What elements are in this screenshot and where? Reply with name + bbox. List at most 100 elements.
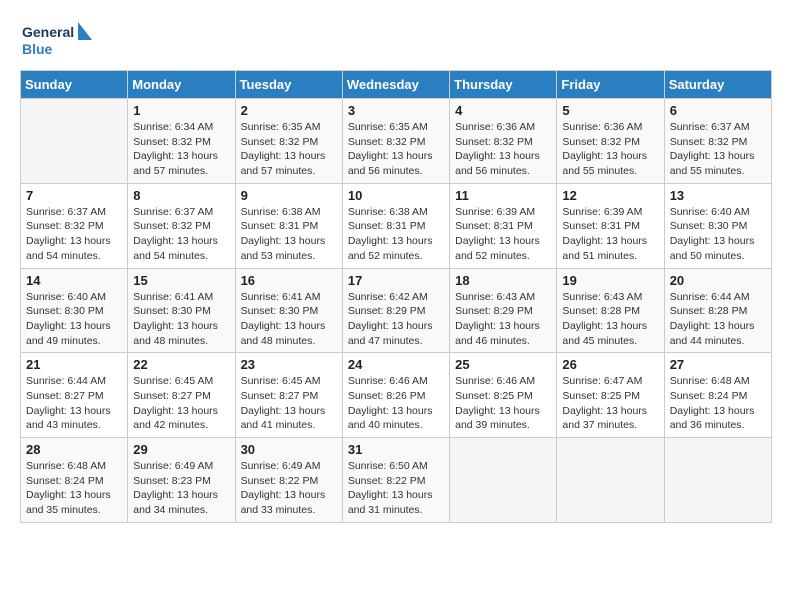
header-cell-thursday: Thursday [450,71,557,99]
week-row-2: 7 Sunrise: 6:37 AM Sunset: 8:32 PM Daylig… [21,183,772,268]
day-info: Sunrise: 6:40 AM Sunset: 8:30 PM Dayligh… [670,205,766,264]
day-cell: 1 Sunrise: 6:34 AM Sunset: 8:32 PM Daylig… [128,99,235,184]
day-info: Sunrise: 6:49 AM Sunset: 8:23 PM Dayligh… [133,459,229,518]
day-cell: 15 Sunrise: 6:41 AM Sunset: 8:30 PM Dayli… [128,268,235,353]
day-cell: 20 Sunrise: 6:44 AM Sunset: 8:28 PM Dayli… [664,268,771,353]
day-number: 2 [241,103,337,118]
day-cell: 7 Sunrise: 6:37 AM Sunset: 8:32 PM Daylig… [21,183,128,268]
day-cell: 28Sunrise: 6:48 AM Sunset: 8:24 PM Dayli… [21,438,128,523]
day-number: 8 [133,188,229,203]
day-cell: 5 Sunrise: 6:36 AM Sunset: 8:32 PM Daylig… [557,99,664,184]
day-number: 11 [455,188,551,203]
day-number: 30 [241,442,337,457]
calendar-header: SundayMondayTuesdayWednesdayThursdayFrid… [21,71,772,99]
header-cell-monday: Monday [128,71,235,99]
day-info: Sunrise: 6:42 AM Sunset: 8:29 PM Dayligh… [348,290,444,349]
day-cell: 31Sunrise: 6:50 AM Sunset: 8:22 PM Dayli… [342,438,449,523]
day-info: Sunrise: 6:35 AM Sunset: 8:32 PM Dayligh… [348,120,444,179]
day-number: 17 [348,273,444,288]
day-info: Sunrise: 6:37 AM Sunset: 8:32 PM Dayligh… [26,205,122,264]
day-number: 27 [670,357,766,372]
day-cell: 8Sunrise: 6:37 AM Sunset: 8:32 PM Daylig… [128,183,235,268]
day-info: Sunrise: 6:48 AM Sunset: 8:24 PM Dayligh… [670,374,766,433]
day-info: Sunrise: 6:39 AM Sunset: 8:31 PM Dayligh… [562,205,658,264]
calendar-table: SundayMondayTuesdayWednesdayThursdayFrid… [20,70,772,523]
day-number: 13 [670,188,766,203]
day-cell: 23Sunrise: 6:45 AM Sunset: 8:27 PM Dayli… [235,353,342,438]
day-cell: 2Sunrise: 6:35 AM Sunset: 8:32 PM Daylig… [235,99,342,184]
header-cell-friday: Friday [557,71,664,99]
day-number: 5 [562,103,658,118]
day-info: Sunrise: 6:45 AM Sunset: 8:27 PM Dayligh… [241,374,337,433]
week-row-3: 14 Sunrise: 6:40 AM Sunset: 8:30 PM Dayli… [21,268,772,353]
day-number: 25 [455,357,551,372]
svg-text:Blue: Blue [22,41,53,57]
header-cell-tuesday: Tuesday [235,71,342,99]
day-cell: 9Sunrise: 6:38 AM Sunset: 8:31 PM Daylig… [235,183,342,268]
day-info: Sunrise: 6:47 AM Sunset: 8:25 PM Dayligh… [562,374,658,433]
day-cell: 27 Sunrise: 6:48 AM Sunset: 8:24 PM Dayli… [664,353,771,438]
day-info: Sunrise: 6:49 AM Sunset: 8:22 PM Dayligh… [241,459,337,518]
day-cell [557,438,664,523]
day-number: 24 [348,357,444,372]
day-number: 16 [241,273,337,288]
day-number: 12 [562,188,658,203]
day-number: 20 [670,273,766,288]
day-number: 3 [348,103,444,118]
week-row-5: 28Sunrise: 6:48 AM Sunset: 8:24 PM Dayli… [21,438,772,523]
day-info: Sunrise: 6:46 AM Sunset: 8:25 PM Dayligh… [455,374,551,433]
day-info: Sunrise: 6:45 AM Sunset: 8:27 PM Dayligh… [133,374,229,433]
day-cell: 30 Sunrise: 6:49 AM Sunset: 8:22 PM Dayli… [235,438,342,523]
calendar-body: 1 Sunrise: 6:34 AM Sunset: 8:32 PM Daylig… [21,99,772,523]
logo: GeneralBlue [20,20,100,60]
day-cell: 24Sunrise: 6:46 AM Sunset: 8:26 PM Dayli… [342,353,449,438]
day-info: Sunrise: 6:39 AM Sunset: 8:31 PM Dayligh… [455,205,551,264]
day-info: Sunrise: 6:50 AM Sunset: 8:22 PM Dayligh… [348,459,444,518]
day-number: 14 [26,273,122,288]
day-info: Sunrise: 6:36 AM Sunset: 8:32 PM Dayligh… [562,120,658,179]
day-cell: 14 Sunrise: 6:40 AM Sunset: 8:30 PM Dayli… [21,268,128,353]
day-info: Sunrise: 6:36 AM Sunset: 8:32 PM Dayligh… [455,120,551,179]
day-number: 10 [348,188,444,203]
day-info: Sunrise: 6:48 AM Sunset: 8:24 PM Dayligh… [26,459,122,518]
day-number: 9 [241,188,337,203]
day-number: 21 [26,357,122,372]
day-cell: 10 Sunrise: 6:38 AM Sunset: 8:31 PM Dayli… [342,183,449,268]
day-info: Sunrise: 6:43 AM Sunset: 8:28 PM Dayligh… [562,290,658,349]
day-cell: 29Sunrise: 6:49 AM Sunset: 8:23 PM Dayli… [128,438,235,523]
day-number: 1 [133,103,229,118]
logo-svg: GeneralBlue [20,20,100,60]
day-cell: 17 Sunrise: 6:42 AM Sunset: 8:29 PM Dayli… [342,268,449,353]
day-info: Sunrise: 6:41 AM Sunset: 8:30 PM Dayligh… [241,290,337,349]
header-cell-wednesday: Wednesday [342,71,449,99]
day-info: Sunrise: 6:43 AM Sunset: 8:29 PM Dayligh… [455,290,551,349]
day-cell [21,99,128,184]
header-cell-saturday: Saturday [664,71,771,99]
day-info: Sunrise: 6:44 AM Sunset: 8:27 PM Dayligh… [26,374,122,433]
day-cell: 6Sunrise: 6:37 AM Sunset: 8:32 PM Daylig… [664,99,771,184]
day-cell: 13 Sunrise: 6:40 AM Sunset: 8:30 PM Dayli… [664,183,771,268]
day-cell: 3 Sunrise: 6:35 AM Sunset: 8:32 PM Daylig… [342,99,449,184]
day-number: 22 [133,357,229,372]
day-info: Sunrise: 6:34 AM Sunset: 8:32 PM Dayligh… [133,120,229,179]
page-header: GeneralBlue [20,20,772,60]
week-row-4: 21 Sunrise: 6:44 AM Sunset: 8:27 PM Dayli… [21,353,772,438]
day-info: Sunrise: 6:44 AM Sunset: 8:28 PM Dayligh… [670,290,766,349]
header-cell-sunday: Sunday [21,71,128,99]
day-cell [450,438,557,523]
day-number: 7 [26,188,122,203]
day-number: 6 [670,103,766,118]
day-info: Sunrise: 6:38 AM Sunset: 8:31 PM Dayligh… [348,205,444,264]
day-number: 15 [133,273,229,288]
day-info: Sunrise: 6:41 AM Sunset: 8:30 PM Dayligh… [133,290,229,349]
day-cell: 21 Sunrise: 6:44 AM Sunset: 8:27 PM Dayli… [21,353,128,438]
day-cell: 26 Sunrise: 6:47 AM Sunset: 8:25 PM Dayli… [557,353,664,438]
svg-text:General: General [22,24,74,40]
day-cell: 16 Sunrise: 6:41 AM Sunset: 8:30 PM Dayli… [235,268,342,353]
day-cell: 12 Sunrise: 6:39 AM Sunset: 8:31 PM Dayli… [557,183,664,268]
day-number: 4 [455,103,551,118]
day-number: 26 [562,357,658,372]
day-info: Sunrise: 6:40 AM Sunset: 8:30 PM Dayligh… [26,290,122,349]
day-cell [664,438,771,523]
day-cell: 22 Sunrise: 6:45 AM Sunset: 8:27 PM Dayli… [128,353,235,438]
